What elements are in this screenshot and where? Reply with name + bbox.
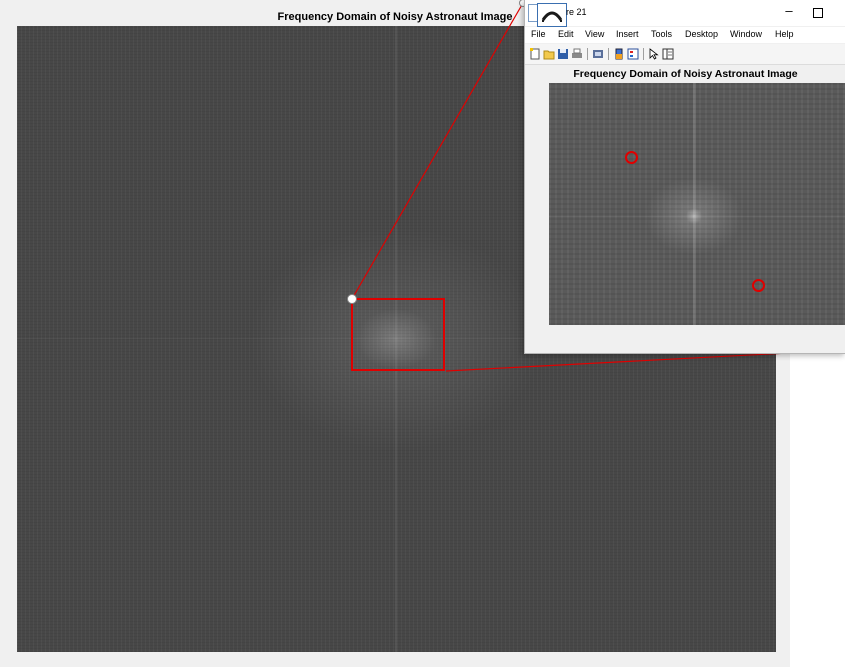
menu-insert[interactable]: Insert	[616, 29, 639, 39]
window-title-bar[interactable]: re 21 –	[525, 0, 845, 27]
figure-toolbar	[525, 44, 845, 65]
menu-desktop[interactable]: Desktop	[685, 29, 718, 39]
noise-peak-marker-lower	[752, 279, 765, 292]
toolbar-separator	[608, 48, 609, 60]
menu-view[interactable]: View	[585, 29, 604, 39]
zoomed-horizontal-axis-line	[549, 216, 845, 217]
toolbar-separator	[587, 48, 588, 60]
menu-bar: File Edit View Insert Tools Desktop Wind…	[525, 27, 845, 43]
zoomed-noise-texture	[549, 83, 845, 325]
new-figure-icon[interactable]	[529, 47, 541, 60]
print-preview-icon[interactable]	[592, 47, 604, 59]
matlab-logo-icon	[537, 3, 567, 27]
open-file-icon[interactable]	[543, 47, 555, 60]
zoomed-vertical-axis-line	[693, 83, 696, 325]
zoomed-spectrum-image	[549, 83, 845, 325]
legend-icon[interactable]	[627, 47, 639, 60]
inset-plot-title: Frequency Domain of Noisy Astronaut Imag…	[573, 68, 798, 80]
menu-edit[interactable]: Edit	[558, 29, 574, 39]
colorbar-icon[interactable]	[613, 47, 625, 60]
menu-help[interactable]: Help	[775, 29, 794, 39]
minimize-button[interactable]: –	[779, 3, 799, 18]
toolbar-separator	[643, 48, 644, 60]
menu-tools[interactable]: Tools	[651, 29, 672, 39]
pointer-icon[interactable]	[648, 47, 660, 60]
noise-peak-marker-upper	[625, 151, 638, 164]
zoom-region-rectangle	[351, 298, 445, 371]
print-icon[interactable]	[571, 47, 583, 59]
menu-window[interactable]: Window	[730, 29, 762, 39]
property-editor-icon[interactable]	[662, 47, 674, 60]
inset-figure-window[interactable]: re 21 – File Edit View Insert Tools Desk…	[524, 0, 845, 354]
maximize-button[interactable]	[813, 8, 823, 18]
menu-file[interactable]: File	[531, 29, 546, 39]
save-icon[interactable]	[557, 47, 569, 59]
window-title: re 21	[566, 7, 587, 17]
